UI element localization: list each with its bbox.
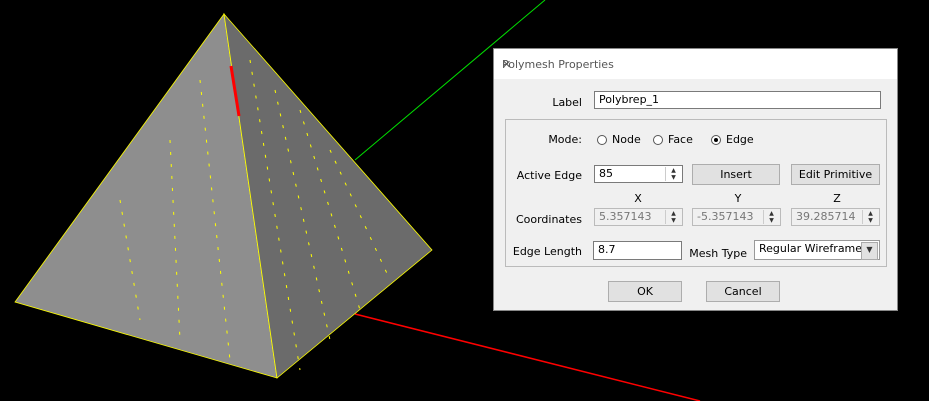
mode-node-radio[interactable]: Node bbox=[597, 133, 641, 146]
edge-length-caption: Edge Length bbox=[512, 245, 582, 258]
z-header: Z bbox=[833, 192, 841, 205]
close-icon[interactable]: ✕ bbox=[502, 58, 889, 71]
spin-arrows-icon[interactable]: ▲ ▼ bbox=[665, 167, 681, 181]
radio-label: Edge bbox=[726, 133, 754, 146]
title-bar: Polymesh Properties ✕ bbox=[494, 49, 897, 79]
coord-x-spinner: 5.357143 ▲ ▼ bbox=[594, 208, 683, 226]
coord-y-value: -5.357143 bbox=[697, 210, 754, 223]
y-header: Y bbox=[734, 192, 742, 205]
label-caption: Label bbox=[552, 96, 582, 109]
chevron-down-icon[interactable]: ▼ bbox=[861, 242, 878, 260]
mesh-type-value: Regular Wireframe bbox=[759, 242, 863, 255]
radio-selected-icon bbox=[711, 134, 721, 145]
coord-z-spinner: 39.285714 ▲ ▼ bbox=[791, 208, 880, 226]
coord-y-spinner: -5.357143 ▲ ▼ bbox=[692, 208, 781, 226]
x-header: X bbox=[634, 192, 642, 205]
active-edge-caption: Active Edge bbox=[516, 169, 582, 182]
active-edge-spinner[interactable]: 85 ▲ ▼ bbox=[594, 165, 683, 183]
radio-label: Face bbox=[668, 133, 693, 146]
coord-x-value: 5.357143 bbox=[599, 210, 652, 223]
radio-icon bbox=[597, 134, 607, 145]
label-input[interactable]: Polybrep_1 bbox=[594, 91, 881, 109]
coordinates-caption: Coordinates bbox=[515, 213, 582, 226]
spin-arrows-icon: ▲ ▼ bbox=[862, 210, 878, 224]
mode-edge-radio[interactable]: Edge bbox=[711, 133, 754, 146]
mode-face-radio[interactable]: Face bbox=[653, 133, 693, 146]
edge-length-input[interactable]: 8.7 bbox=[593, 241, 682, 260]
mesh-type-caption: Mesh Type bbox=[689, 247, 747, 260]
radio-label: Node bbox=[612, 133, 641, 146]
cancel-button[interactable]: Cancel bbox=[706, 281, 780, 302]
polymesh-properties-dialog: Polymesh Properties ✕ Label Polybrep_1 M… bbox=[493, 48, 898, 311]
active-edge-value: 85 bbox=[599, 167, 613, 180]
edit-primitive-button[interactable]: Edit Primitive bbox=[791, 164, 880, 185]
insert-button[interactable]: Insert bbox=[692, 164, 780, 185]
radio-icon bbox=[653, 134, 663, 145]
spin-arrows-icon: ▲ ▼ bbox=[665, 210, 681, 224]
coord-z-value: 39.285714 bbox=[796, 210, 856, 223]
x-axis-line bbox=[354, 313, 701, 401]
mode-caption: Mode: bbox=[548, 133, 582, 146]
ok-button[interactable]: OK bbox=[608, 281, 682, 302]
mesh-type-select[interactable]: Regular Wireframe ▼ bbox=[754, 240, 880, 260]
spin-arrows-icon: ▲ ▼ bbox=[763, 210, 779, 224]
